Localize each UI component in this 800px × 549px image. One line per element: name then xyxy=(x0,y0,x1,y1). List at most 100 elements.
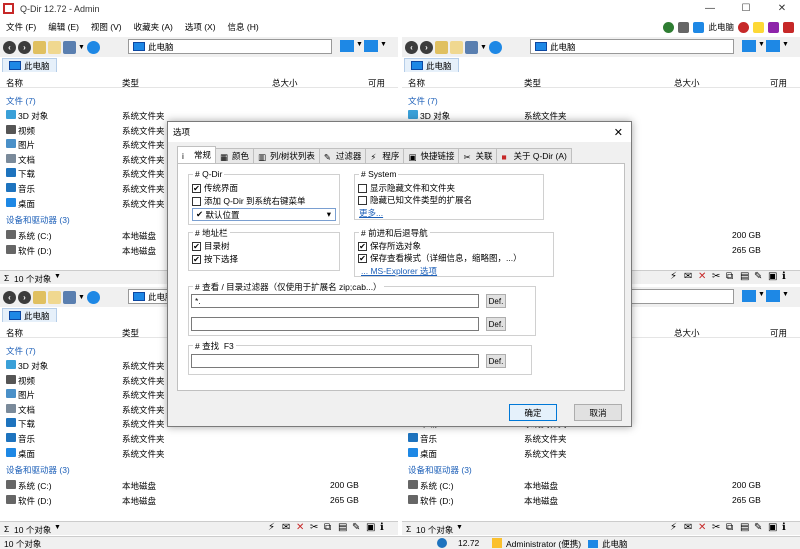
cut-icon[interactable]: ✂ xyxy=(712,523,722,533)
up-folder-icon[interactable] xyxy=(435,40,448,54)
chevron-down-icon[interactable]: ▼ xyxy=(54,524,61,531)
folder-group-header[interactable]: 文件 (7) xyxy=(6,345,36,357)
chevron-down-icon[interactable]: ▼ xyxy=(782,291,789,298)
folder-group-header[interactable]: 文件 (7) xyxy=(6,95,36,107)
lightning-icon[interactable]: ⚡ xyxy=(670,272,680,282)
tab-colors[interactable]: ▦ 颜色 xyxy=(215,148,255,163)
minimize-button[interactable]: — xyxy=(692,0,728,17)
new-folder-icon[interactable] xyxy=(48,290,61,304)
forward-icon[interactable]: › xyxy=(18,290,31,304)
cut-icon[interactable]: ✂ xyxy=(310,523,320,533)
list-item[interactable]: 音乐 系统文件夹 xyxy=(0,431,398,445)
paste-icon[interactable]: ▤ xyxy=(338,523,348,533)
refresh-icon[interactable] xyxy=(86,40,100,54)
back-icon[interactable]: ‹ xyxy=(405,40,418,54)
tab-filter[interactable]: ✎ 过滤器 xyxy=(318,148,367,163)
tab-associations[interactable]: ✂ 关联 xyxy=(458,148,498,163)
refresh-icon[interactable] xyxy=(488,40,502,54)
list-item[interactable]: 系统 (C:) 本地磁盘 200 GB xyxy=(0,478,398,492)
col-total[interactable]: 总大小 xyxy=(674,327,700,339)
help-icon[interactable] xyxy=(738,21,749,33)
lightning-icon[interactable]: ⚡ xyxy=(670,523,680,533)
save-selection-checkbox[interactable]: ✔ 保存所选对象 xyxy=(358,240,421,252)
folder-group-header[interactable]: 文件 (7) xyxy=(408,95,438,107)
list-item[interactable]: 桌面 系统文件夹 xyxy=(0,446,398,460)
tab-programs[interactable]: ⚡ 程序 xyxy=(365,148,405,163)
col-total[interactable]: 总大小 xyxy=(674,77,700,89)
menu-file[interactable]: 文件 (F) xyxy=(0,21,42,33)
address-bar[interactable]: 此电脑 xyxy=(128,39,332,54)
properties-icon[interactable]: ▣ xyxy=(768,272,778,282)
properties-icon[interactable]: ▣ xyxy=(366,523,376,533)
back-icon[interactable]: ‹ xyxy=(3,290,16,304)
chevron-down-icon[interactable]: ▼ xyxy=(758,291,765,298)
chevron-down-icon[interactable]: ▼ xyxy=(54,273,61,280)
pane-tab[interactable]: 此电脑 xyxy=(404,58,459,72)
back-icon[interactable]: ‹ xyxy=(3,40,16,54)
list-item[interactable]: 3D 对象 系统文件夹 xyxy=(0,108,398,122)
col-type[interactable]: 类型 xyxy=(524,77,541,89)
menu-view[interactable]: 视图 (V) xyxy=(85,21,128,33)
list-item[interactable]: 系统 (C:) 本地磁盘 200 GB xyxy=(402,478,800,492)
menu-info[interactable]: 信息 (H) xyxy=(222,21,265,33)
tab-about[interactable]: ■ 关于 Q-Dir (A) xyxy=(496,148,572,163)
copy-icon[interactable]: ⧉ xyxy=(726,523,736,533)
pane-tab[interactable]: 此电脑 xyxy=(2,308,57,322)
monitor-icon[interactable] xyxy=(766,40,780,52)
monitor-icon[interactable] xyxy=(340,40,354,52)
monitor-icon[interactable] xyxy=(693,21,705,33)
list-item[interactable]: 软件 (D:) 本地磁盘 265 GB xyxy=(402,493,800,507)
up-folder-icon[interactable] xyxy=(33,40,46,54)
save-view-mode-checkbox[interactable]: ✔ 保存查看模式（详细信息，缩略图，...） xyxy=(358,252,522,264)
mail-icon[interactable]: ✉ xyxy=(684,272,694,282)
delete-icon[interactable]: ✕ xyxy=(698,272,708,282)
paste-icon[interactable]: ▤ xyxy=(740,272,750,282)
context-menu-checkbox[interactable]: 添加 Q-Dir 到系统右键菜单 xyxy=(192,195,306,207)
classic-ui-checkbox[interactable]: ✔ 传统界面 xyxy=(192,182,238,194)
chevron-down-icon[interactable]: ▼ xyxy=(456,524,463,531)
col-total[interactable]: 总大小 xyxy=(272,77,298,89)
mail-icon[interactable]: ✉ xyxy=(684,523,694,533)
find-input[interactable] xyxy=(191,354,479,368)
menu-options[interactable]: 选项 (X) xyxy=(179,21,222,33)
info-icon[interactable]: ℹ xyxy=(782,272,792,282)
col-name[interactable]: 名称 xyxy=(6,327,23,339)
refresh-icon[interactable] xyxy=(86,290,100,304)
col-avail[interactable]: 可用 xyxy=(770,77,787,89)
copy-icon[interactable]: ⧉ xyxy=(726,272,736,282)
delete-icon[interactable]: ✕ xyxy=(296,523,306,533)
close-button[interactable]: ✕ xyxy=(764,0,800,17)
chevron-down-icon[interactable]: ▼ xyxy=(356,41,363,48)
dialog-close-button[interactable]: ✕ xyxy=(614,126,623,139)
filter-def-button-2[interactable]: Def. xyxy=(486,317,506,331)
rename-icon[interactable]: ✎ xyxy=(754,272,764,282)
view-icon[interactable] xyxy=(465,40,478,54)
drive-group-header[interactable]: 设备和驱动器 (3) xyxy=(6,214,70,226)
ms-explorer-options-link[interactable]: ... MS-Explorer 选项 xyxy=(361,265,437,277)
tab-general[interactable]: i 常规 xyxy=(177,146,217,163)
filter-input-1[interactable]: *. xyxy=(191,294,479,308)
list-item[interactable]: 音乐 系统文件夹 xyxy=(402,431,800,445)
settings-icon[interactable] xyxy=(678,21,690,33)
col-name[interactable]: 名称 xyxy=(6,77,23,89)
monitor-icon[interactable] xyxy=(364,40,378,52)
info-icon[interactable]: ℹ xyxy=(782,523,792,533)
up-folder-icon[interactable] xyxy=(33,290,46,304)
more-link[interactable]: 更多... xyxy=(359,207,383,219)
palette-icon[interactable] xyxy=(768,21,779,33)
properties-icon[interactable]: ▣ xyxy=(768,523,778,533)
lightning-icon[interactable]: ⚡ xyxy=(268,523,278,533)
col-type[interactable]: 类型 xyxy=(122,77,139,89)
pane-tab[interactable]: 此电脑 xyxy=(2,58,57,72)
view-icon[interactable] xyxy=(63,290,76,304)
new-folder-icon[interactable] xyxy=(48,40,61,54)
copy-icon[interactable]: ⧉ xyxy=(324,523,334,533)
ok-button[interactable]: 确定 xyxy=(509,404,557,421)
new-folder-icon[interactable] xyxy=(450,40,463,54)
view-icon[interactable] xyxy=(63,40,76,54)
chevron-down-icon[interactable]: ▼ xyxy=(380,41,387,48)
drive-group-header[interactable]: 设备和驱动器 (3) xyxy=(408,464,472,476)
info-icon[interactable]: ℹ xyxy=(380,523,390,533)
col-type[interactable]: 类型 xyxy=(122,327,139,339)
default-position-select[interactable]: ✔ 默认位置 ▾ xyxy=(192,208,336,221)
